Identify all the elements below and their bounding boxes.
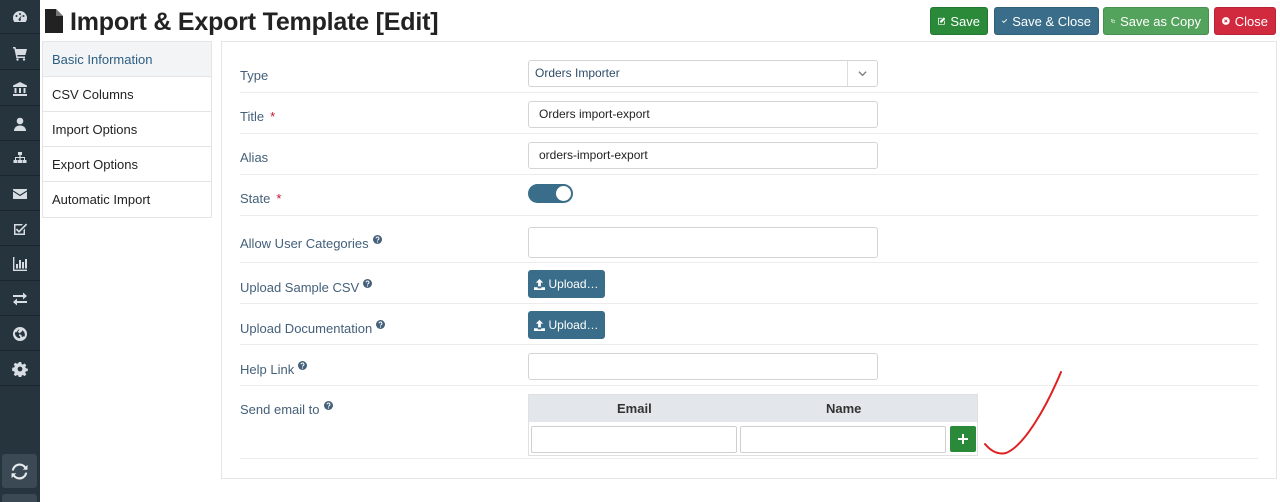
- cart-icon[interactable]: [0, 36, 40, 70]
- tab-export-options[interactable]: Export Options: [43, 147, 211, 182]
- rail-bottom-item[interactable]: [2, 494, 37, 502]
- tab-automatic-import[interactable]: Automatic Import: [43, 182, 211, 217]
- required-marker: *: [270, 109, 276, 124]
- state-toggle[interactable]: [528, 184, 573, 203]
- toggle-knob: [556, 186, 571, 201]
- save-as-copy-button[interactable]: Save as Copy: [1103, 7, 1209, 35]
- state-label-text: State: [240, 191, 271, 206]
- upload-documentation-row: Upload Documentation Upload…: [240, 304, 1258, 345]
- help-icon[interactable]: [363, 279, 373, 288]
- bar-chart-icon[interactable]: [0, 247, 40, 281]
- copy-icon: [1111, 18, 1116, 24]
- dashboard-icon[interactable]: [0, 0, 40, 34]
- save-as-copy-button-label: Save as Copy: [1120, 13, 1201, 29]
- required-marker: *: [276, 191, 282, 206]
- title-label: Title *: [240, 109, 275, 124]
- allow-user-categories-row: Allow User Categories: [240, 216, 1258, 263]
- state-row: State *: [240, 175, 1258, 216]
- add-row-button[interactable]: [950, 426, 976, 452]
- form-panel: Type Orders Importer Title * Orders impor…: [221, 41, 1277, 479]
- email-table-header: Email Name: [529, 395, 977, 422]
- close-circle-icon: [1222, 17, 1230, 25]
- allow-user-categories-input[interactable]: [528, 227, 878, 258]
- help-link-input[interactable]: [528, 353, 878, 380]
- help-link-label-text: Help Link: [240, 362, 295, 377]
- check-icon: [1002, 18, 1008, 23]
- help-icon[interactable]: [376, 320, 386, 329]
- chevron-down-icon: [847, 61, 877, 86]
- upload-documentation-label-text: Upload Documentation: [240, 321, 373, 336]
- gear-icon[interactable]: [0, 352, 40, 386]
- upload-icon: [534, 319, 546, 331]
- type-row: Type Orders Importer: [240, 58, 1258, 93]
- save-close-button[interactable]: Save & Close: [994, 7, 1099, 35]
- upload-sample-csv-row: Upload Sample CSV Upload…: [240, 263, 1258, 304]
- side-tabs: Basic Information CSV Columns Import Opt…: [42, 41, 212, 218]
- help-icon[interactable]: [372, 235, 382, 244]
- alias-label: Alias: [240, 150, 269, 165]
- tab-basic-information[interactable]: Basic Information: [43, 42, 211, 77]
- bank-icon[interactable]: [0, 72, 40, 106]
- icon-rail: [0, 0, 40, 502]
- alias-input[interactable]: orders-import-export: [528, 142, 878, 169]
- upload-sample-csv-label-text: Upload Sample CSV: [240, 280, 360, 295]
- email-column-header: Email: [617, 401, 652, 416]
- type-select-value: Orders Importer: [535, 66, 620, 80]
- name-column-header: Name: [826, 401, 862, 416]
- help-icon[interactable]: [323, 401, 333, 410]
- upload-sample-csv-button[interactable]: Upload…: [528, 270, 605, 298]
- upload-documentation-label: Upload Documentation: [240, 320, 386, 336]
- state-label: State *: [240, 191, 281, 206]
- globe-icon[interactable]: [0, 317, 40, 351]
- allow-user-categories-label-text: Allow User Categories: [240, 236, 369, 251]
- exchange-icon[interactable]: [0, 282, 40, 316]
- type-select[interactable]: Orders Importer: [528, 60, 878, 87]
- upload-sample-csv-button-label: Upload…: [548, 277, 599, 291]
- title-input[interactable]: Orders import-export: [528, 101, 878, 128]
- title-label-text: Title: [240, 109, 265, 124]
- type-label: Type: [240, 68, 269, 83]
- user-icon[interactable]: [0, 107, 40, 141]
- help-icon[interactable]: [298, 361, 308, 370]
- send-email-row: Send email to Email Name: [240, 386, 1258, 459]
- title-row: Title * Orders import-export: [240, 93, 1258, 134]
- upload-documentation-button-label: Upload…: [548, 318, 599, 332]
- tab-import-options[interactable]: Import Options: [43, 112, 211, 147]
- name-input[interactable]: [740, 426, 946, 453]
- save-button[interactable]: Save: [930, 7, 988, 35]
- sitemap-icon[interactable]: [0, 142, 40, 176]
- refresh-icon[interactable]: [2, 454, 37, 488]
- tab-csv-columns[interactable]: CSV Columns: [43, 77, 211, 112]
- file-icon: [45, 9, 63, 33]
- upload-documentation-button[interactable]: Upload…: [528, 311, 605, 339]
- checkbox-icon[interactable]: [0, 212, 40, 246]
- help-link-label: Help Link: [240, 361, 308, 377]
- allow-user-categories-label: Allow User Categories: [240, 235, 382, 251]
- help-link-row: Help Link: [240, 345, 1258, 386]
- upload-icon: [534, 278, 546, 290]
- edit-icon: [938, 17, 946, 25]
- email-input[interactable]: [531, 426, 737, 453]
- envelope-icon[interactable]: [0, 177, 40, 211]
- email-table: Email Name: [528, 394, 978, 456]
- alias-row: Alias orders-import-export: [240, 134, 1258, 175]
- save-close-button-label: Save & Close: [1012, 13, 1091, 29]
- page-title: Import & Export Template [Edit]: [70, 8, 439, 36]
- close-button[interactable]: Close: [1214, 7, 1276, 35]
- send-email-label: Send email to: [240, 401, 333, 417]
- close-button-label: Close: [1234, 13, 1268, 29]
- upload-sample-csv-label: Upload Sample CSV: [240, 279, 373, 295]
- save-button-label: Save: [950, 13, 980, 29]
- send-email-label-text: Send email to: [240, 402, 320, 417]
- plus-icon: [958, 434, 968, 444]
